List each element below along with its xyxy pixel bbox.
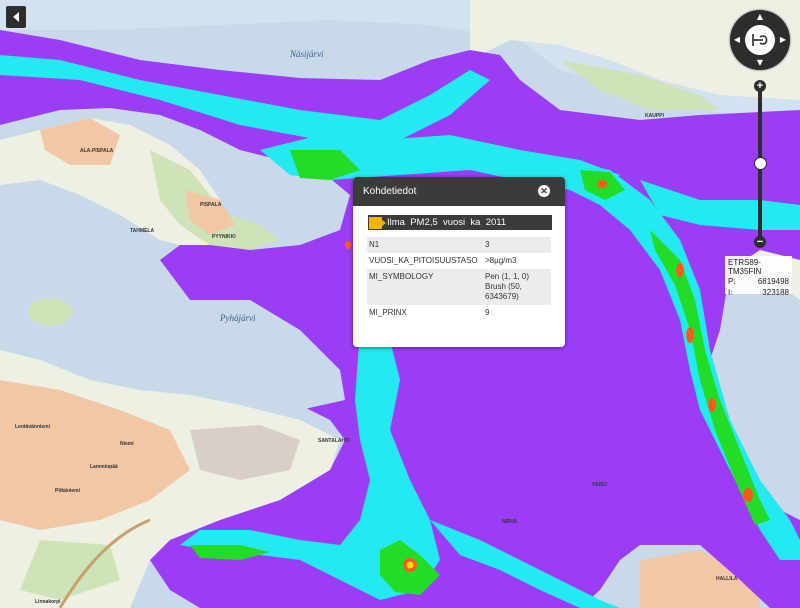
zoom-slider-handle[interactable] bbox=[754, 157, 767, 170]
label-pispala: PISPALA bbox=[200, 202, 222, 208]
arrow-up-icon[interactable]: ▲ bbox=[756, 13, 764, 21]
coordinate-system: ETRS89-TM35FIN bbox=[728, 258, 762, 276]
pan-control[interactable]: ▲ ▼ ◀ ▶ bbox=[730, 10, 790, 70]
zoom-in-button[interactable]: + bbox=[754, 80, 766, 92]
label-tahmela: TAHMELA bbox=[130, 228, 154, 234]
chevron-left-icon bbox=[13, 12, 19, 22]
hotspot-d bbox=[743, 488, 753, 502]
arrow-down-icon[interactable]: ▼ bbox=[756, 59, 764, 67]
coord-i-value: 323188 bbox=[762, 288, 789, 297]
table-row: MI_PRINX 9 bbox=[367, 305, 551, 321]
layer-name-bar[interactable]: Ilma PM2,5 vuosi ka 2011 bbox=[368, 215, 552, 230]
label-ala-pispala: ALA-PISPALA bbox=[80, 148, 114, 154]
label-lentavanniemi: Lentävänniemi bbox=[15, 424, 51, 430]
table-row: MI_SYMBOLOGY Pen (1, 1, 0) Brush (50, 63… bbox=[367, 269, 551, 305]
reset-extent-icon bbox=[752, 34, 768, 46]
label-pyhajarvi: Pyhäjärvi bbox=[219, 313, 256, 323]
label-kauppi: KAUPPI bbox=[645, 113, 665, 119]
layer-tag-icon bbox=[369, 216, 386, 229]
attr-key: VUOSI_KA_PITOISUUSTASO bbox=[369, 256, 478, 265]
coordinate-display: ETRS89-TM35FIN P: 6819498 I: 323188 bbox=[725, 256, 792, 297]
label-hallila: HALLILA bbox=[716, 576, 738, 582]
label-lamminpaa: Lamminpää bbox=[90, 464, 118, 470]
label-pitkaniemi: Pitkäniemi bbox=[55, 488, 81, 494]
back-button[interactable] bbox=[6, 6, 26, 28]
label-nasijarvi: Näsijärvi bbox=[289, 49, 324, 59]
coord-p-label: P: bbox=[728, 277, 736, 286]
island-west bbox=[28, 298, 72, 326]
layer-name: Ilma PM2,5 vuosi ka 2011 bbox=[387, 217, 507, 228]
reset-extent-button[interactable] bbox=[745, 25, 775, 55]
zoom-out-button[interactable]: − bbox=[754, 236, 766, 248]
feature-info-popup: Kohdetiedot ✕ Ilma PM2,5 vuosi ka 2011 N… bbox=[353, 177, 565, 347]
hotspot-g bbox=[345, 241, 351, 249]
attr-value: 9 bbox=[485, 308, 490, 317]
attr-key: MI_PRINX bbox=[369, 308, 407, 317]
attr-value: Pen (1, 1, 0) Brush (50, 6343679) bbox=[483, 269, 551, 305]
hotspot-c bbox=[708, 398, 716, 412]
popup-header: Kohdetiedot ✕ bbox=[353, 177, 565, 206]
label-nirva: NIRVA bbox=[502, 519, 517, 525]
label-pyynikki: PYYNIKKI bbox=[212, 234, 236, 240]
attr-value: >8µg/m3 bbox=[485, 256, 517, 265]
arrow-left-icon[interactable]: ◀ bbox=[733, 36, 741, 44]
table-row: N1 3 bbox=[367, 237, 551, 253]
label-linnakorpi: Linnakorpi bbox=[35, 599, 61, 605]
hotspot-b bbox=[686, 327, 694, 343]
label-niemi: Niemi bbox=[120, 441, 134, 447]
hotspot-core bbox=[406, 561, 414, 569]
label-veisu: VEISU bbox=[592, 482, 607, 488]
close-icon[interactable]: ✕ bbox=[538, 185, 550, 197]
attr-value: 3 bbox=[483, 237, 551, 253]
coord-p-value: 6819498 bbox=[757, 277, 789, 286]
label-santalahti: SANTALAHTI bbox=[318, 438, 350, 444]
attr-key: N1 bbox=[367, 237, 483, 253]
hotspot-a bbox=[676, 263, 684, 277]
arrow-right-icon[interactable]: ▶ bbox=[779, 36, 787, 44]
coord-i-label: I: bbox=[728, 288, 733, 297]
hotspot-e bbox=[597, 180, 607, 188]
table-row: VUOSI_KA_PITOISUUSTASO >8µg/m3 bbox=[367, 253, 551, 269]
attribute-table: N1 3 VUOSI_KA_PITOISUUSTASO >8µg/m3 MI_S… bbox=[367, 237, 551, 321]
popup-title: Kohdetiedot bbox=[363, 186, 417, 197]
attr-key: MI_SYMBOLOGY bbox=[367, 269, 483, 305]
